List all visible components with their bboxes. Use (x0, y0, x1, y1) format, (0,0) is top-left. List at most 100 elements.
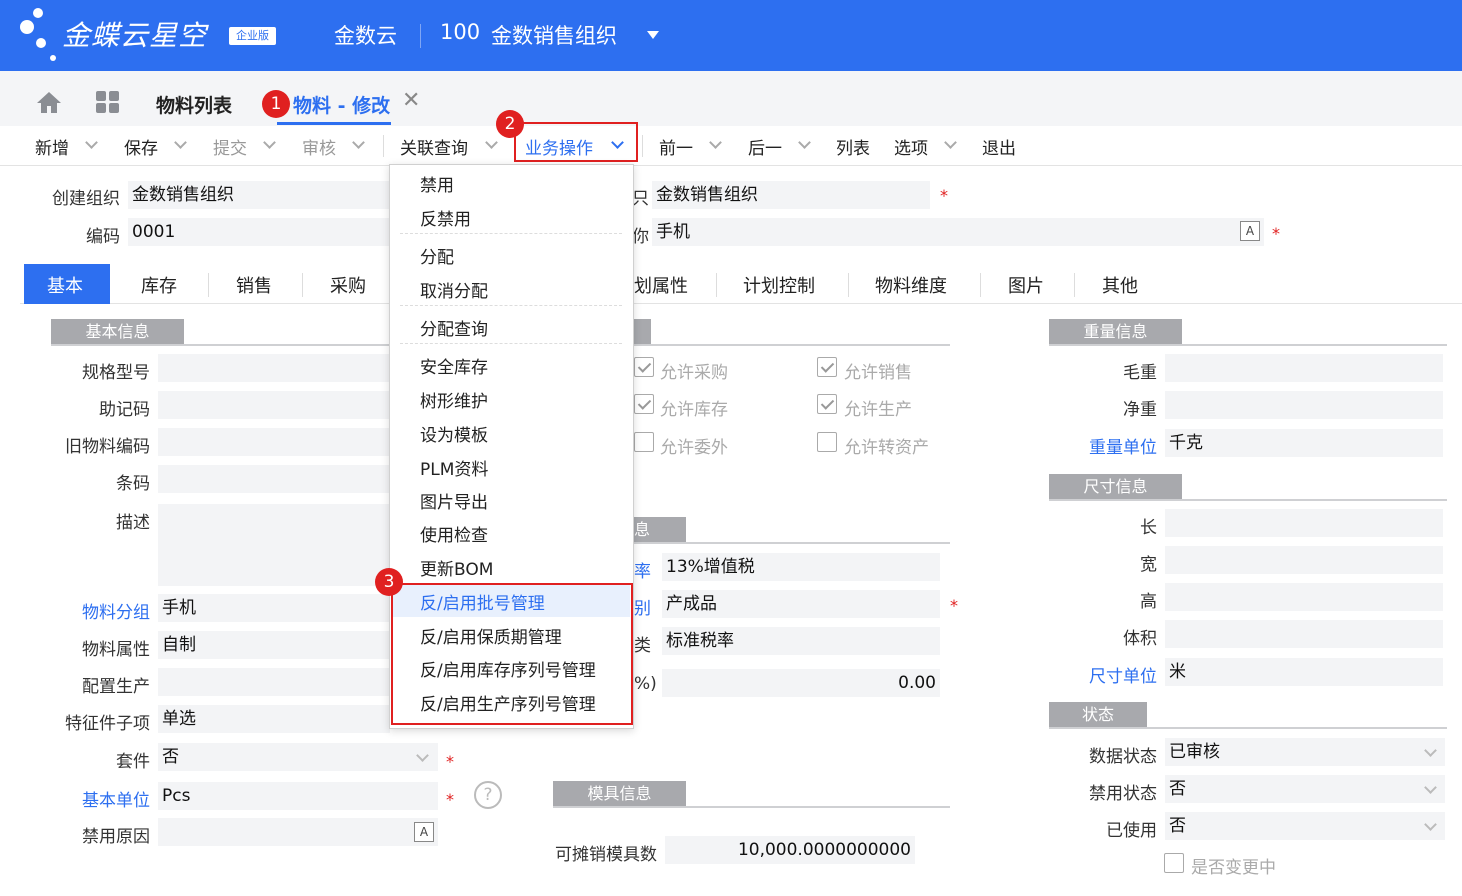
menu-item-set-template[interactable]: 设为模板 (420, 421, 488, 446)
tab-material-list[interactable]: 物料列表 (156, 91, 232, 118)
spec-field[interactable] (158, 354, 390, 382)
use-org-field[interactable]: 金数销售组织 (652, 181, 930, 209)
percent-field[interactable]: 0.00 (662, 669, 940, 697)
old-code-field[interactable] (158, 428, 390, 456)
mnemonic-field[interactable] (158, 391, 390, 419)
height-label: 高 (1140, 592, 1157, 612)
menu-item-tree-maintain[interactable]: 树形维护 (420, 387, 488, 412)
create-org-field[interactable]: 金数销售组织 (128, 181, 390, 209)
audit-button[interactable]: 审核 (302, 134, 336, 159)
allow-purchase-checkbox[interactable] (634, 357, 654, 377)
code-label: 编码 (86, 227, 120, 247)
material-group-field[interactable]: 手机 (158, 594, 390, 622)
size-unit-field[interactable]: 米 (1165, 658, 1443, 686)
new-button[interactable]: 新增 (35, 134, 69, 159)
next-button[interactable]: 后一 (748, 134, 782, 159)
section-basic-info: 基本信息 (51, 319, 184, 345)
list-button[interactable]: 列表 (836, 134, 870, 159)
menu-item-assign[interactable]: 分配 (420, 243, 454, 268)
weight-unit-label[interactable]: 重量单位 (1060, 433, 1157, 458)
tab-basic[interactable]: 基本 (47, 272, 83, 298)
base-unit-field[interactable]: Pcs (158, 782, 438, 810)
base-unit-label[interactable]: 基本单位 (40, 786, 150, 811)
gross-weight-field[interactable] (1165, 354, 1443, 382)
allow-produce-checkbox[interactable] (817, 394, 837, 414)
net-weight-field[interactable] (1165, 391, 1443, 419)
menu-item-assign-query[interactable]: 分配查询 (420, 315, 488, 340)
tab-plan-attr[interactable]: 划属性 (634, 272, 688, 298)
close-tab-icon[interactable]: ✕ (402, 88, 420, 113)
menu-item-plm[interactable]: PLM资料 (420, 455, 488, 480)
volume-field[interactable] (1165, 620, 1443, 648)
allow-outsource-checkbox[interactable] (634, 432, 654, 452)
data-status-select[interactable]: 已审核 (1165, 738, 1445, 766)
inventory-category-label[interactable]: 别 (634, 594, 654, 619)
step-badge-2: 2 (496, 110, 524, 138)
apps-grid-icon[interactable] (95, 90, 121, 114)
tab-plan-control[interactable]: 计划控制 (743, 272, 815, 298)
barcode-field[interactable] (158, 465, 390, 493)
tab-inventory[interactable]: 库存 (141, 272, 177, 298)
tab-images[interactable]: 图片 (1008, 272, 1044, 298)
menu-item-image-export[interactable]: 图片导出 (420, 488, 488, 513)
company-name[interactable]: 金数云 (334, 20, 397, 50)
material-group-label[interactable]: 物料分组 (40, 598, 150, 623)
tax-rate-field[interactable]: 13%增值税 (662, 553, 940, 581)
tab-purchase[interactable]: 采购 (330, 272, 366, 298)
size-unit-label[interactable]: 尺寸单位 (1060, 662, 1157, 687)
multilang-edit-icon[interactable]: A (1240, 221, 1260, 241)
multilang-edit-icon[interactable]: A (414, 822, 434, 842)
menu-item-safety-stock[interactable]: 安全库存 (420, 353, 488, 378)
disable-status-select[interactable]: 否 (1165, 775, 1445, 803)
tab-divider (716, 273, 717, 297)
menu-item-update-bom[interactable]: 更新BOM (420, 555, 493, 580)
kit-label: 套件 (116, 752, 150, 772)
org-code[interactable]: 100 (440, 20, 480, 44)
length-field[interactable] (1165, 509, 1443, 537)
description-field[interactable] (158, 504, 390, 586)
allow-asset-checkbox[interactable] (817, 432, 837, 452)
allow-stock-checkbox[interactable] (634, 394, 654, 414)
is-changing-checkbox[interactable] (1164, 853, 1184, 873)
help-icon[interactable]: ? (474, 781, 502, 809)
related-query-button[interactable]: 关联查询 (400, 134, 468, 159)
kit-select[interactable]: 否 (158, 743, 438, 771)
tab-material-edit[interactable]: 物料 - 修改 (293, 91, 390, 118)
mold-count-field[interactable]: 10,000.0000000000 (665, 836, 915, 864)
menu-item-usage-check[interactable]: 使用检查 (420, 521, 488, 546)
save-button[interactable]: 保存 (124, 134, 158, 159)
menu-item-enable[interactable]: 反禁用 (420, 205, 471, 230)
width-field[interactable] (1165, 546, 1443, 574)
weight-unit-field[interactable]: 千克 (1165, 429, 1443, 457)
tab-sales[interactable]: 销售 (236, 272, 272, 298)
spec-label: 规格型号 (82, 363, 150, 383)
height-field[interactable] (1165, 583, 1443, 611)
disable-reason-field[interactable] (158, 818, 438, 846)
allow-sale-checkbox[interactable] (817, 357, 837, 377)
code-field[interactable]: 0001 (128, 218, 390, 246)
prev-button[interactable]: 前一 (659, 134, 693, 159)
tax-category-field[interactable]: 标准税率 (662, 627, 940, 655)
exit-button[interactable]: 退出 (982, 134, 1016, 159)
material-prop-field[interactable]: 自制 (158, 631, 390, 659)
config-prod-field[interactable] (158, 668, 390, 696)
tab-material-dim[interactable]: 物料维度 (875, 272, 947, 298)
section-weight: 重量信息 (1049, 319, 1182, 345)
menu-item-disable[interactable]: 禁用 (420, 171, 454, 196)
tab-other[interactable]: 其他 (1102, 272, 1138, 298)
submit-button[interactable]: 提交 (213, 134, 247, 159)
section-line (634, 542, 950, 544)
org-dropdown-icon[interactable] (647, 31, 659, 39)
step-badge-1: 1 (262, 90, 290, 118)
feature-item-label: 特征件子项 (65, 714, 150, 734)
inventory-category-field[interactable]: 产成品 (662, 590, 940, 618)
feature-item-field[interactable]: 单选 (158, 705, 390, 733)
options-button[interactable]: 选项 (894, 134, 928, 159)
name-field[interactable]: 手机 (652, 218, 1264, 246)
menu-item-unassign[interactable]: 取消分配 (420, 277, 488, 302)
used-select[interactable]: 否 (1165, 812, 1445, 840)
home-icon[interactable] (36, 90, 62, 114)
tax-rate-label[interactable]: 率 (634, 557, 654, 582)
allow-stock-label: 允许库存 (660, 400, 728, 420)
org-name[interactable]: 金数销售组织 (491, 20, 617, 50)
